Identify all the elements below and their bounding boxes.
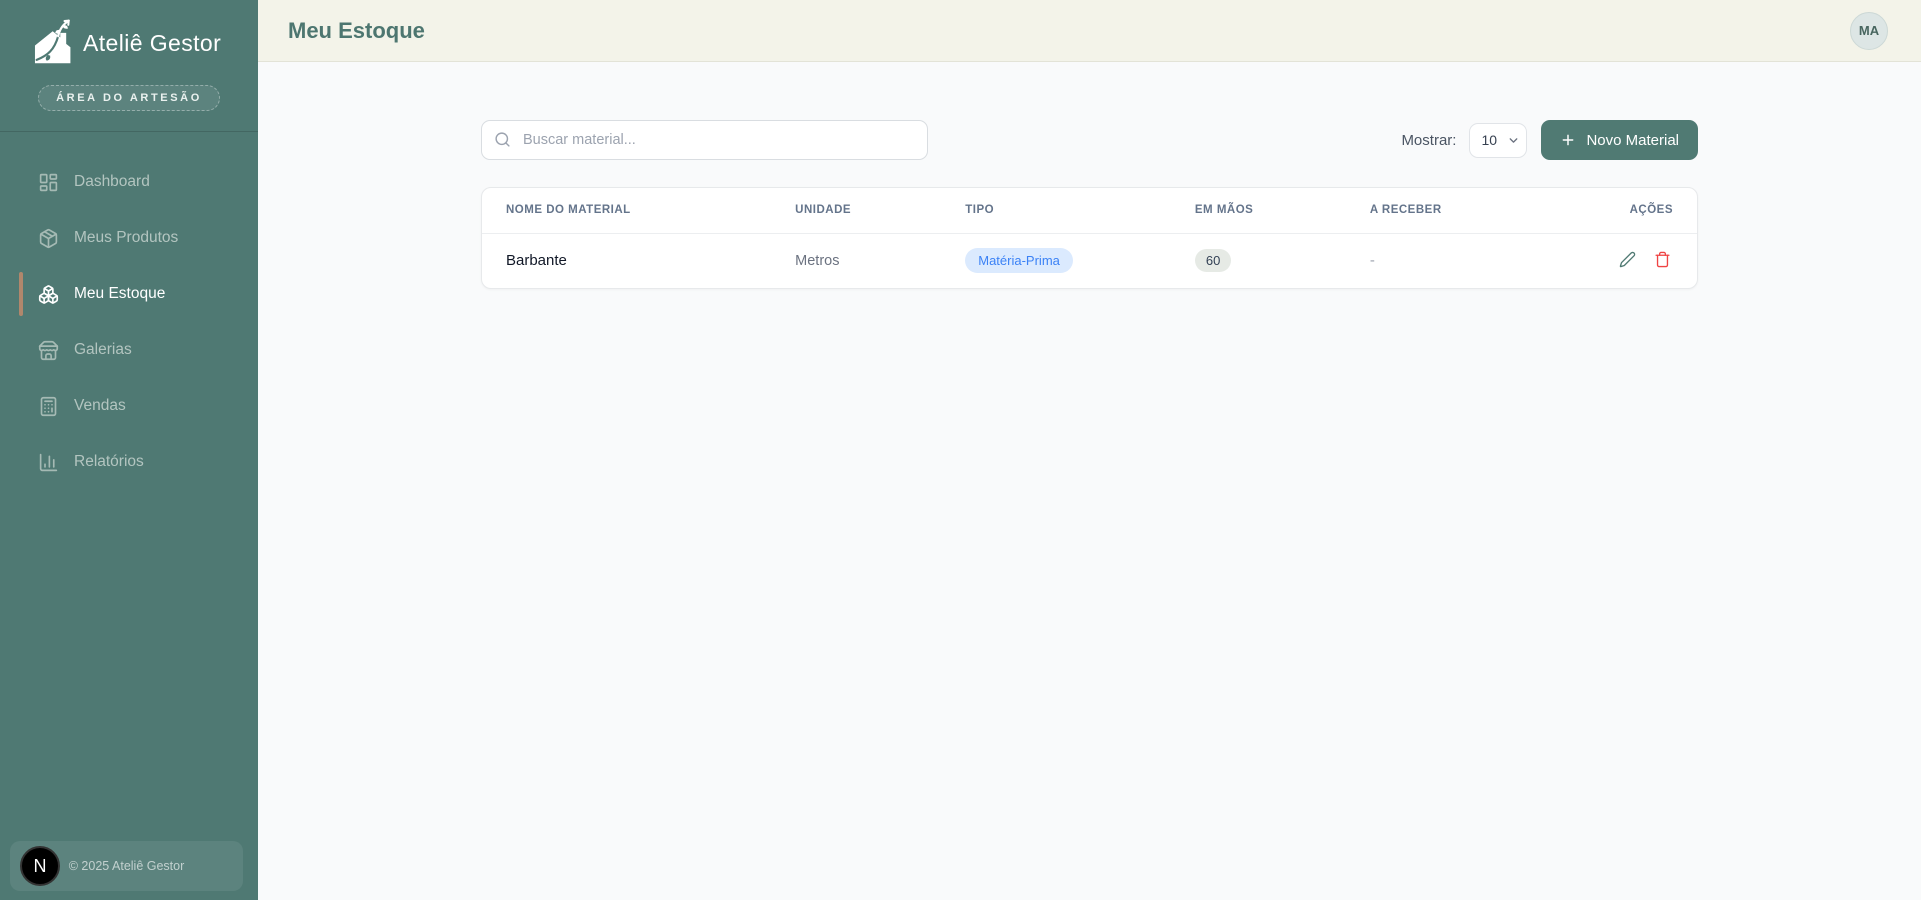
sidebar-item-meu-estoque[interactable]: Meu Estoque: [19, 272, 246, 316]
sidebar-item-relatorios[interactable]: Relatórios: [19, 440, 246, 484]
material-to-receive: -: [1346, 233, 1545, 288]
brand-section: Ateliê Gestor ÁREA DO ARTESÃO: [0, 0, 258, 132]
column-header-tipo: TIPO: [941, 188, 1171, 233]
material-unit: Metros: [771, 233, 941, 288]
toolbar: Mostrar: 10: [481, 120, 1698, 160]
material-name: Barbante: [482, 233, 771, 288]
search-box: [481, 120, 928, 160]
show-label: Mostrar:: [1401, 132, 1456, 149]
new-material-button[interactable]: Novo Material: [1541, 120, 1698, 160]
brand-name: Ateliê Gestor: [83, 30, 221, 57]
area-badge: ÁREA DO ARTESÃO: [38, 85, 220, 111]
plus-icon: [1560, 132, 1576, 148]
type-badge: Matéria-Prima: [965, 248, 1073, 273]
pencil-icon: [1619, 251, 1636, 268]
package-icon: [38, 228, 59, 249]
delete-button[interactable]: [1652, 249, 1673, 270]
material-in-hand-cell: 60: [1171, 233, 1346, 288]
column-header-acoes: AÇÕES: [1545, 188, 1697, 233]
sidebar-item-dashboard[interactable]: Dashboard: [19, 160, 246, 204]
page-title: Meu Estoque: [288, 18, 425, 44]
user-avatar[interactable]: MA: [1850, 12, 1888, 50]
material-type-cell: Matéria-Prima: [941, 233, 1171, 288]
sidebar: Ateliê Gestor ÁREA DO ARTESÃO Dashboard …: [0, 0, 258, 900]
copyright-text: © 2025 Ateliê Gestor: [69, 859, 185, 873]
column-header-a-receber: A RECEBER: [1346, 188, 1545, 233]
dashboard-icon: [38, 172, 59, 193]
page-size-select[interactable]: 10: [1469, 123, 1527, 158]
boxes-icon: [38, 284, 59, 305]
sidebar-item-label: Galerias: [74, 341, 132, 359]
house-branch-logo-icon: [24, 16, 78, 70]
trash-icon: [1654, 251, 1671, 268]
sidebar-item-label: Meus Produtos: [74, 229, 178, 247]
sidebar-item-meus-produtos[interactable]: Meus Produtos: [19, 216, 246, 260]
search-input[interactable]: [481, 120, 928, 160]
sidebar-item-label: Meu Estoque: [74, 285, 165, 303]
toolbar-right: Mostrar: 10: [1401, 120, 1698, 160]
column-header-em-maos: EM MÃOS: [1171, 188, 1346, 233]
calculator-icon: [38, 396, 59, 417]
edit-button[interactable]: [1617, 249, 1638, 270]
quantity-badge: 60: [1195, 249, 1231, 272]
brand: Ateliê Gestor: [0, 16, 258, 70]
topbar: Meu Estoque MA: [258, 0, 1921, 62]
bar-chart-icon: [38, 452, 59, 473]
content: Mostrar: 10: [258, 62, 1921, 900]
column-header-nome: NOME DO MATERIAL: [482, 188, 771, 233]
sidebar-item-vendas[interactable]: Vendas: [19, 384, 246, 428]
nextjs-dev-badge[interactable]: N: [20, 846, 60, 886]
new-material-label: Novo Material: [1586, 132, 1679, 149]
materials-table: NOME DO MATERIAL UNIDADE TIPO EM MÃOS A …: [482, 188, 1697, 288]
row-actions: [1545, 233, 1697, 288]
sidebar-item-label: Dashboard: [74, 173, 150, 191]
main-area: Meu Estoque MA Mostrar: 10: [258, 0, 1921, 900]
sidebar-item-label: Relatórios: [74, 453, 144, 471]
table-row: Barbante Metros Matéria-Prima 60 -: [482, 233, 1697, 288]
sidebar-item-label: Vendas: [74, 397, 126, 415]
page-size-select-wrap: 10: [1469, 123, 1527, 158]
table-header-row: NOME DO MATERIAL UNIDADE TIPO EM MÃOS A …: [482, 188, 1697, 233]
sidebar-item-galerias[interactable]: Galerias: [19, 328, 246, 372]
materials-table-card: NOME DO MATERIAL UNIDADE TIPO EM MÃOS A …: [481, 187, 1698, 289]
column-header-unidade: UNIDADE: [771, 188, 941, 233]
sidebar-nav: Dashboard Meus Produtos: [0, 132, 258, 484]
store-icon: [38, 340, 59, 361]
